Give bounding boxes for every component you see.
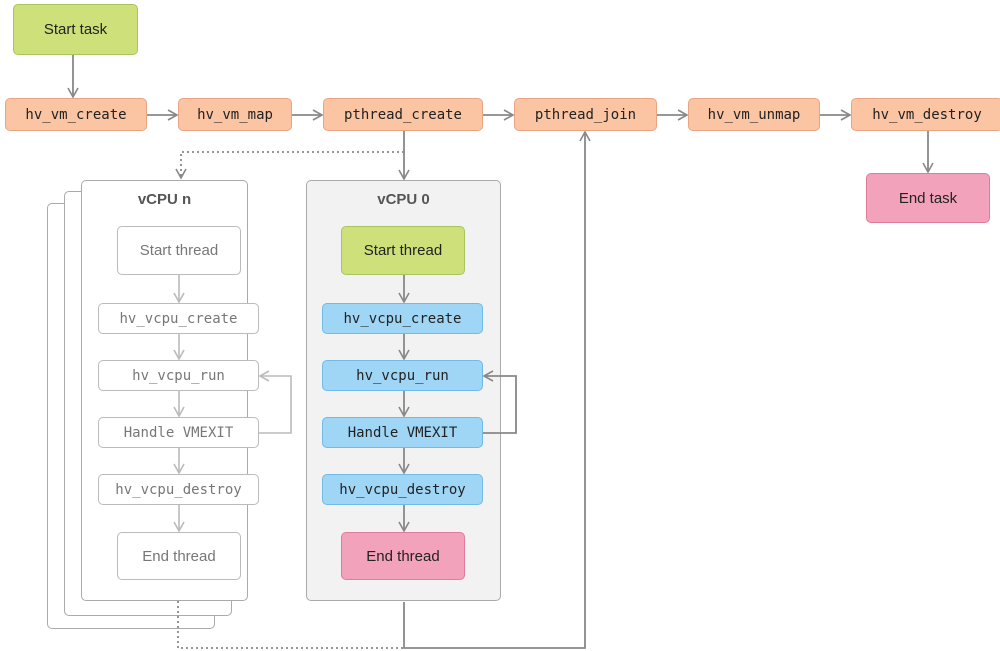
end-task: End task bbox=[866, 173, 990, 223]
vcpu-0-end-thread: End thread bbox=[341, 532, 465, 580]
vcpu-0-start-thread: Start thread bbox=[341, 226, 465, 275]
step-hv-vm-create: hv_vm_create bbox=[5, 98, 147, 131]
step-pthread-join: pthread_join bbox=[514, 98, 657, 131]
step-hv-vm-map: hv_vm_map bbox=[178, 98, 292, 131]
vcpu-n-end-thread: End thread bbox=[117, 532, 241, 580]
vcpu-n-start-thread: Start thread bbox=[117, 226, 241, 275]
vcpu-n-handle-vmexit: Handle VMEXIT bbox=[98, 417, 259, 448]
step-pthread-create: pthread_create bbox=[323, 98, 483, 131]
vcpu-n-hv-vcpu-run: hv_vcpu_run bbox=[98, 360, 259, 391]
step-hv-vm-unmap: hv_vm_unmap bbox=[688, 98, 820, 131]
vcpu-n-hv-vcpu-create: hv_vcpu_create bbox=[98, 303, 259, 334]
vcpu-0-hv-vcpu-create: hv_vcpu_create bbox=[322, 303, 483, 334]
vcpu-n-hv-vcpu-destroy: hv_vcpu_destroy bbox=[98, 474, 259, 505]
vcpu-0-hv-vcpu-destroy: hv_vcpu_destroy bbox=[322, 474, 483, 505]
vcpu-0-handle-vmexit: Handle VMEXIT bbox=[322, 417, 483, 448]
step-hv-vm-destroy: hv_vm_destroy bbox=[851, 98, 1000, 131]
start-task: Start task bbox=[13, 4, 138, 55]
vcpu-0-hv-vcpu-run: hv_vcpu_run bbox=[322, 360, 483, 391]
